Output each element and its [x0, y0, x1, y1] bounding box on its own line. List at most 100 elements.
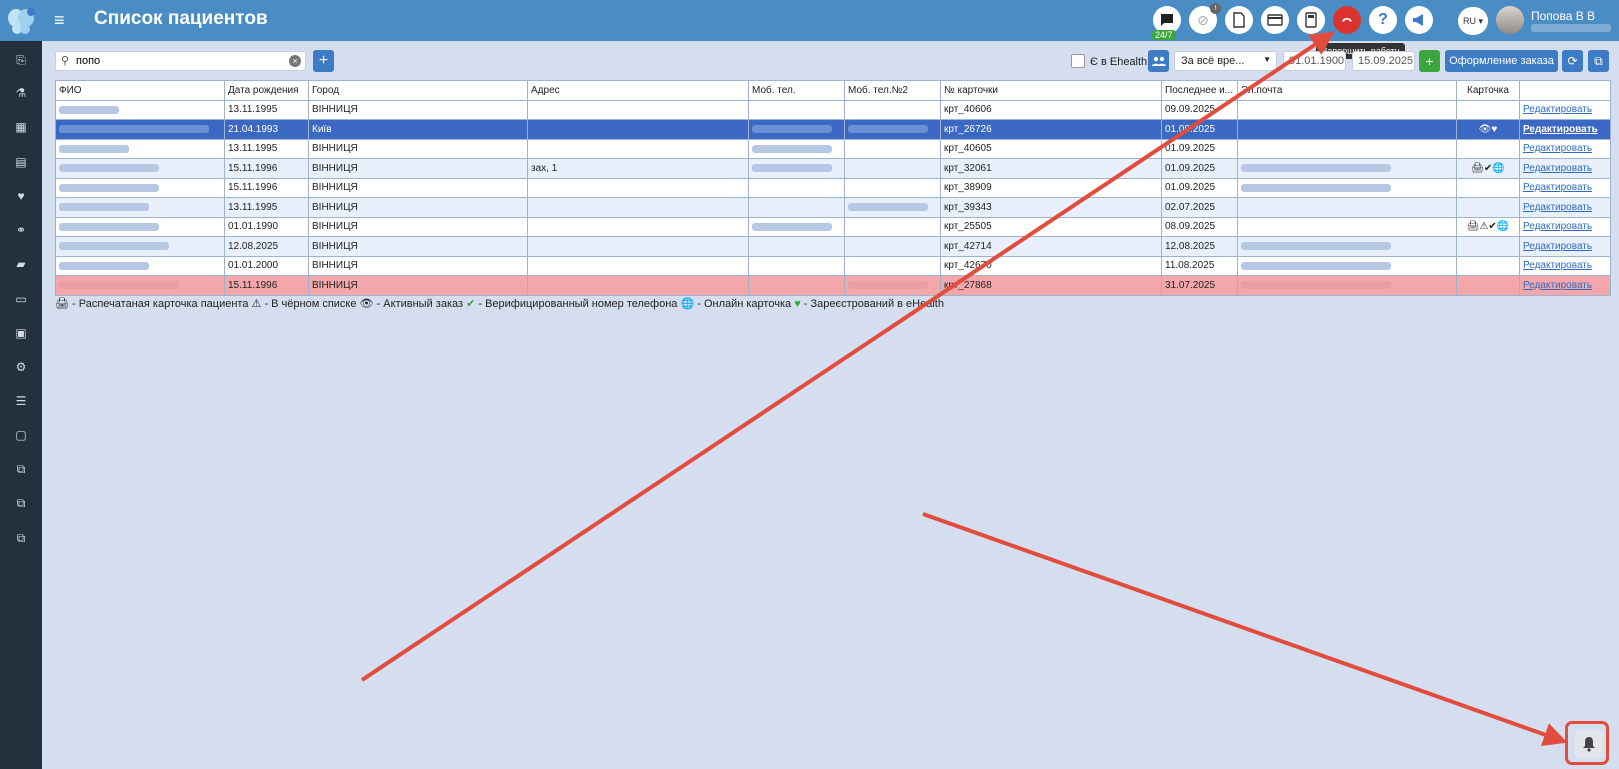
- cell-last-visit: 08.09.2025: [1161, 216, 1238, 237]
- menu-toggle-icon[interactable]: ≡: [54, 10, 68, 30]
- edit-link[interactable]: Редактировать: [1523, 241, 1592, 252]
- sidebar-import-icon[interactable]: ⎘: [12, 51, 30, 69]
- sidebar-copy3-icon[interactable]: ⧉: [12, 529, 30, 547]
- pdf-icon[interactable]: [1225, 6, 1253, 34]
- chat-support-icon[interactable]: 24/7: [1152, 6, 1181, 40]
- col-header-name[interactable]: ФИО: [55, 80, 225, 101]
- cell-card-number: крт_38909: [940, 177, 1162, 198]
- cell-phone: [748, 255, 845, 276]
- col-header-dob[interactable]: Дата рождения: [224, 80, 309, 101]
- avatar[interactable]: [1496, 6, 1524, 34]
- edit-link[interactable]: Редактировать: [1523, 280, 1592, 291]
- col-header-email[interactable]: Эл.почта: [1237, 80, 1457, 101]
- table-row[interactable]: 15.11.1996 ВІННИЦЯ крт_38909 01.09.2025 …: [55, 177, 1611, 198]
- copy-view-button[interactable]: ⧉: [1588, 50, 1609, 72]
- table-row[interactable]: 21.04.1993 Київ крт_26726 01.09.2025 👁♥ …: [55, 119, 1611, 140]
- cell-name: [55, 177, 225, 198]
- sidebar-list-icon[interactable]: ☰: [12, 392, 30, 410]
- user-name[interactable]: Попова В В: [1531, 9, 1595, 23]
- table-row[interactable]: 12.08.2025 ВІННИЦЯ крт_42714 12.08.2025 …: [55, 236, 1611, 257]
- cell-phone: [748, 119, 845, 140]
- table-row[interactable]: 13.11.1995 ВІННИЦЯ крт_40606 09.09.2025 …: [55, 99, 1611, 120]
- col-header-last-visit[interactable]: Последнее и...: [1161, 80, 1238, 101]
- add-patient-button[interactable]: +: [313, 50, 334, 72]
- cell-phone2: [844, 275, 941, 296]
- sidebar-heartbeat-icon[interactable]: ♥: [12, 187, 30, 205]
- date-to-input[interactable]: 15.09.2025: [1352, 51, 1415, 71]
- sidebar-book-icon[interactable]: ▰: [12, 255, 30, 273]
- sidebar-copy2-icon[interactable]: ⧉: [12, 494, 30, 512]
- cell-city: ВІННИЦЯ: [308, 158, 528, 179]
- edit-link[interactable]: Редактировать: [1523, 124, 1598, 135]
- cell-address: [527, 255, 749, 276]
- edit-link[interactable]: Редактировать: [1523, 143, 1592, 154]
- cell-phone: [748, 177, 845, 198]
- search-input[interactable]: [76, 53, 276, 69]
- table-row[interactable]: 15.11.1996 ВІННИЦЯ крт_27868 31.07.2025 …: [55, 275, 1611, 296]
- ehealth-checkbox[interactable]: [1071, 54, 1085, 68]
- legend-ehealth: - Зареєстрований в eHealth: [803, 298, 944, 310]
- edit-link[interactable]: Редактировать: [1523, 163, 1592, 174]
- edit-link[interactable]: Редактировать: [1523, 182, 1592, 193]
- announcement-megaphone-icon[interactable]: [1405, 6, 1433, 34]
- cell-actions: Редактировать: [1519, 99, 1611, 120]
- cell-last-visit: 11.08.2025: [1161, 255, 1238, 276]
- edit-link[interactable]: Редактировать: [1523, 104, 1592, 115]
- edit-link[interactable]: Редактировать: [1523, 202, 1592, 213]
- sidebar-note-icon[interactable]: ▢: [12, 426, 30, 444]
- cell-phone2: [844, 119, 941, 140]
- table-row[interactable]: 13.11.1995 ВІННИЦЯ крт_40605 01.09.2025 …: [55, 138, 1611, 159]
- sidebar-document-icon[interactable]: ▤: [12, 153, 30, 171]
- clear-search-icon[interactable]: ×: [289, 55, 301, 67]
- sidebar-settings-icon[interactable]: ⚙: [12, 358, 30, 376]
- cell-email: [1237, 138, 1457, 159]
- top-bar: ≡ Список пациентов 24/7 ⊘ ! ? RU ▾ Попов…: [0, 0, 1619, 41]
- table-row[interactable]: 15.11.1996 ВІННИЦЯ зах, 1 крт_32061 01.0…: [55, 158, 1611, 179]
- col-header-city[interactable]: Город: [308, 80, 528, 101]
- cell-city: ВІННИЦЯ: [308, 255, 528, 276]
- col-header-phone[interactable]: Моб. тел.: [748, 80, 845, 101]
- edit-link[interactable]: Редактировать: [1523, 260, 1592, 271]
- col-header-card-number[interactable]: № карточки: [940, 80, 1162, 101]
- end-work-phone-icon[interactable]: [1333, 6, 1361, 34]
- period-select[interactable]: За всё вре... ▼: [1174, 51, 1277, 71]
- table-row[interactable]: 13.11.1995 ВІННИЦЯ крт_39343 02.07.2025 …: [55, 197, 1611, 218]
- sidebar-money-icon[interactable]: ▣: [12, 324, 30, 342]
- order-button[interactable]: Оформление заказа: [1445, 50, 1558, 72]
- table-row[interactable]: 01.01.2000 ВІННИЦЯ крт_42670 11.08.2025 …: [55, 255, 1611, 276]
- calculator-icon[interactable]: [1297, 6, 1325, 34]
- cell-actions: Редактировать: [1519, 197, 1611, 218]
- edit-link[interactable]: Редактировать: [1523, 221, 1592, 232]
- link-icon[interactable]: ⊘ !: [1189, 3, 1221, 34]
- cell-email: [1237, 158, 1457, 179]
- col-header-actions: [1519, 80, 1611, 101]
- sidebar-folder-icon[interactable]: ▭: [12, 290, 30, 308]
- cell-last-visit: 01.09.2025: [1161, 158, 1238, 179]
- legend-printed: - Распечатаная карточка пациента: [72, 298, 249, 310]
- cell-name: [55, 197, 225, 218]
- refresh-button[interactable]: ⟳: [1562, 50, 1583, 72]
- col-header-address[interactable]: Адрес: [527, 80, 749, 101]
- notification-bell-icon[interactable]: [1575, 730, 1603, 758]
- sidebar-flask-icon[interactable]: ⚗: [12, 84, 30, 102]
- add-order-button[interactable]: +: [1419, 50, 1440, 72]
- sidebar-copy-icon[interactable]: ⧉: [12, 460, 30, 478]
- col-header-card[interactable]: Карточка: [1456, 80, 1520, 101]
- cell-card-number: крт_27868: [940, 275, 1162, 296]
- sidebar-calendar-icon[interactable]: ▦: [12, 118, 30, 136]
- language-selector[interactable]: RU ▾: [1458, 7, 1488, 35]
- cell-card-icons: [1456, 236, 1520, 257]
- table-row[interactable]: 01.01.1990 ВІННИЦЯ крт_25505 08.09.2025 …: [55, 216, 1611, 237]
- search-icon: ⚲: [61, 55, 70, 67]
- cell-last-visit: 09.09.2025: [1161, 99, 1238, 120]
- col-header-phone2[interactable]: Моб. тел.№2: [844, 80, 941, 101]
- cell-last-visit: 01.09.2025: [1161, 177, 1238, 198]
- cell-phone2: [844, 236, 941, 257]
- payment-card-icon[interactable]: [1261, 6, 1289, 34]
- group-users-button[interactable]: [1148, 50, 1169, 72]
- date-from-input[interactable]: 01.01.1900: [1283, 51, 1346, 71]
- app-logo[interactable]: [0, 0, 42, 41]
- help-icon[interactable]: ?: [1369, 6, 1397, 34]
- cell-dob: 01.01.2000: [224, 255, 309, 276]
- sidebar-group-icon[interactable]: ⚭: [12, 221, 30, 239]
